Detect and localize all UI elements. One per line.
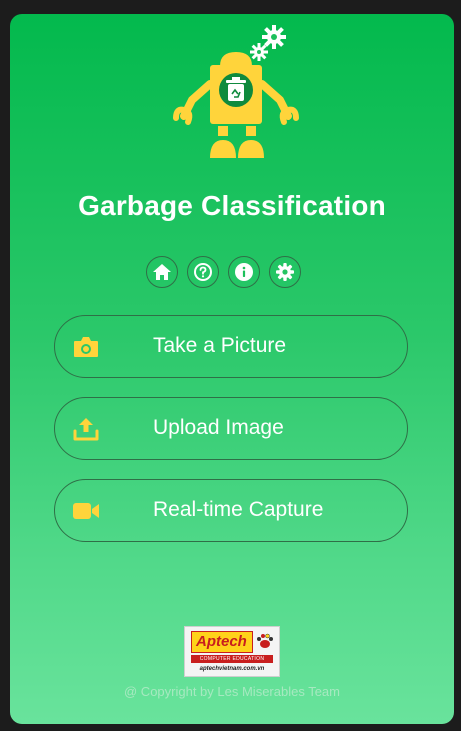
logo-tagline: COMPUTER EDUCATION [191, 655, 273, 663]
realtime-capture-button[interactable]: Real-time Capture [54, 479, 408, 542]
settings-icon [276, 263, 294, 281]
aptech-logo: Aptech COMPUTER EDUCATION aptechvietnam.… [184, 626, 280, 677]
take-picture-button[interactable]: Take a Picture [54, 315, 408, 378]
help-icon [194, 263, 212, 281]
nav-icon-row [146, 256, 318, 292]
camera-icon [74, 337, 98, 357]
robot-mascot-icon [173, 25, 299, 158]
info-button[interactable] [228, 256, 260, 288]
settings-button[interactable] [269, 256, 301, 288]
logo-website: aptechvietnam.com.vn [199, 666, 265, 672]
info-icon [235, 263, 253, 281]
video-camera-icon [73, 503, 99, 519]
logo-brand: Aptech [191, 631, 253, 653]
upload-icon [73, 418, 99, 441]
paw-icon [257, 633, 273, 648]
help-button[interactable] [187, 256, 219, 288]
home-icon [153, 264, 171, 280]
copyright-text: @ Copyright by Les Miserables Team [124, 684, 340, 699]
upload-image-label: Upload Image [153, 416, 284, 439]
realtime-capture-label: Real-time Capture [153, 498, 324, 521]
app-title: Garbage Classification [78, 190, 386, 221]
app-screen: Garbage Classification Take a Picture Up… [10, 14, 454, 724]
take-picture-label: Take a Picture [153, 334, 287, 357]
upload-image-button[interactable]: Upload Image [54, 397, 408, 460]
home-button[interactable] [146, 256, 178, 288]
